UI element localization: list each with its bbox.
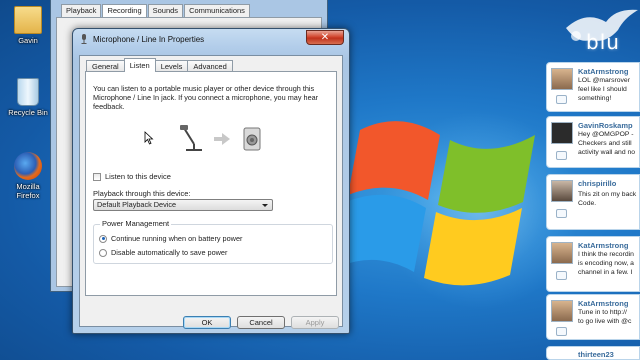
desktop-icon-label: Gavin <box>18 36 38 45</box>
avatar[interactable] <box>551 242 573 264</box>
tweet-text: something! <box>578 95 612 102</box>
tweet-item[interactable]: KatArmstrong Tune in to http:// to go li… <box>546 294 640 340</box>
playback-device-label: Playback through this device: <box>93 189 191 198</box>
desktop-icon-gavin[interactable]: Gavin <box>4 6 52 45</box>
avatar[interactable] <box>551 300 573 322</box>
avatar[interactable] <box>551 122 573 144</box>
desktop-icon-firefox[interactable]: Mozilla Firefox <box>4 152 52 200</box>
tweet-item[interactable]: KatArmstrong I think the recordin is enc… <box>546 236 640 292</box>
radio-label: Disable automatically to save power <box>111 248 228 257</box>
tab-playback[interactable]: Playback <box>61 4 102 17</box>
desktop-icon-label: Recycle Bin <box>8 108 48 117</box>
tweet-text: Checkers and still <box>578 140 632 147</box>
reply-icon[interactable] <box>556 327 567 336</box>
desktop-icon-label: Mozilla Firefox <box>16 182 40 200</box>
radio-label: Continue running when on battery power <box>111 234 243 243</box>
recycle-bin-icon <box>17 78 39 106</box>
tweet-item[interactable]: thirteen23 <box>546 346 640 360</box>
listen-checkbox-row[interactable]: Listen to this device <box>93 172 171 181</box>
device-to-speaker-illustration <box>180 125 261 151</box>
tab-listen[interactable]: Listen <box>123 58 156 72</box>
blu-logo-text: blu <box>586 30 620 54</box>
listen-tab-panel: You can listen to a portable music playe… <box>85 71 337 296</box>
firefox-icon <box>14 152 42 180</box>
tab-recording[interactable]: Recording <box>102 4 147 17</box>
reply-icon[interactable] <box>556 271 567 280</box>
tweet-user[interactable]: KatArmstrong <box>578 241 628 250</box>
mouse-cursor-icon <box>144 131 154 145</box>
tweet-text: to go live with @c <box>578 318 632 325</box>
folder-icon <box>14 6 42 34</box>
tab-sounds[interactable]: Sounds <box>147 4 184 17</box>
tweet-item[interactable]: KatArmstrong LOL @marsrover feel like I … <box>546 62 640 112</box>
tweet-text: This zit on my back <box>578 191 637 198</box>
reply-icon[interactable] <box>556 151 567 160</box>
tweet-user[interactable]: KatArmstrong <box>578 299 628 308</box>
sound-tabs: Playback Recording Sounds Communications <box>61 4 251 17</box>
dialog-client-area: General Listen Levels Advanced You can l… <box>79 55 343 327</box>
listen-checkbox-label: Listen to this device <box>105 172 171 181</box>
desktop-icon-recycle-bin[interactable]: Recycle Bin <box>4 78 52 117</box>
tab-communications[interactable]: Communications <box>184 4 250 17</box>
tweet-user[interactable]: GavinRoskamp <box>578 121 633 130</box>
tweet-text: I think the recordin <box>578 251 634 258</box>
listen-description: You can listen to a portable music playe… <box>93 84 319 111</box>
playback-device-value: Default Playback Device <box>97 200 177 209</box>
radio-disable-automatically[interactable]: Disable automatically to save power <box>99 248 227 257</box>
properties-dialog: Microphone / Line In Properties ✕ Genera… <box>72 28 350 334</box>
avatar[interactable] <box>551 68 573 90</box>
tweet-text: Code. <box>578 200 597 207</box>
tweet-user[interactable]: KatArmstrong <box>578 67 628 76</box>
power-management-title: Power Management <box>100 219 172 228</box>
windows-logo <box>340 121 535 286</box>
tweet-item[interactable]: GavinRoskamp Hey @OMGPOP - Checkers and … <box>546 116 640 168</box>
tweet-text: Tune in to http:// <box>578 309 627 316</box>
microphone-icon <box>81 34 87 44</box>
close-icon: ✕ <box>320 32 330 43</box>
power-management-group: Power Management Continue running when o… <box>93 219 333 264</box>
chevron-down-icon <box>262 204 268 207</box>
close-button[interactable]: ✕ <box>306 30 344 45</box>
avatar[interactable] <box>551 180 573 202</box>
arrow-right-icon <box>214 133 230 145</box>
tweet-text: channel in a few. I <box>578 269 633 276</box>
title-bar[interactable]: Microphone / Line In Properties ✕ <box>73 29 349 49</box>
speaker-icon <box>243 127 261 151</box>
playback-device-select[interactable]: Default Playback Device <box>93 199 273 211</box>
reply-icon[interactable] <box>556 95 567 104</box>
cancel-button[interactable]: Cancel <box>237 316 285 329</box>
tweet-text: activity wall and no <box>578 149 636 156</box>
radio-button-selected[interactable] <box>99 234 107 243</box>
dialog-tabs: General Listen Levels Advanced <box>86 58 233 72</box>
microphone-stand-icon <box>180 125 202 151</box>
listen-checkbox[interactable] <box>93 172 101 181</box>
tweet-text: is encoding now, a <box>578 260 634 267</box>
reply-icon[interactable] <box>556 209 567 218</box>
tweet-text: LOL @marsrover <box>578 77 630 84</box>
radio-continue-running[interactable]: Continue running when on battery power <box>99 234 242 243</box>
tweet-item[interactable]: chrispirillo This zit on my back Code. <box>546 174 640 230</box>
tweet-text: Hey @OMGPOP - <box>578 131 634 138</box>
blu-twitter-client: blu KatArmstrong LOL @marsrover feel lik… <box>546 0 640 360</box>
ok-button[interactable]: OK <box>183 316 231 329</box>
dialog-title: Microphone / Line In Properties <box>93 35 205 44</box>
tweet-user[interactable]: chrispirillo <box>578 179 616 188</box>
radio-button[interactable] <box>99 248 107 257</box>
tweet-user[interactable]: thirteen23 <box>578 350 614 359</box>
tweet-text: feel like I should <box>578 86 627 93</box>
apply-button[interactable]: Apply <box>291 316 339 329</box>
